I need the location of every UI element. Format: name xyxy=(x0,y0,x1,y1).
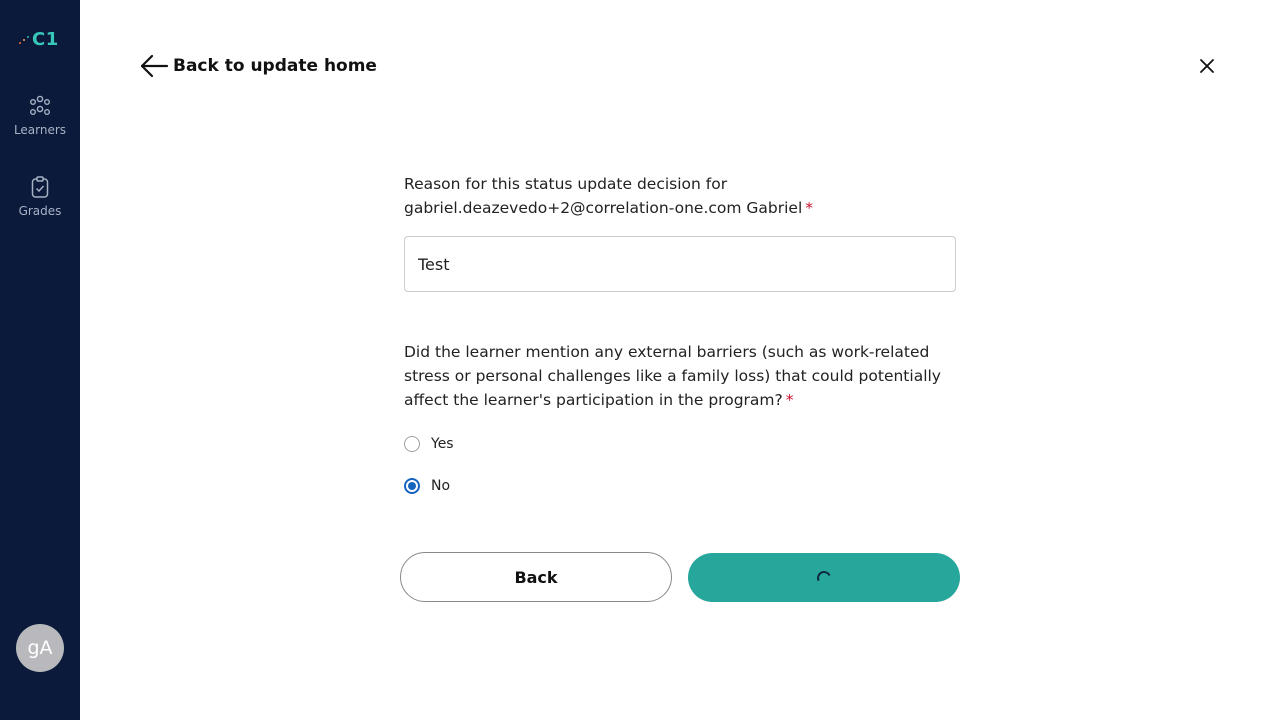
radio-no-button[interactable] xyxy=(404,478,420,494)
back-button[interactable]: Back xyxy=(400,552,672,602)
radio-yes-button[interactable] xyxy=(404,436,420,452)
required-mark: * xyxy=(785,391,794,409)
clipboard-check-icon xyxy=(31,176,49,198)
sidebar-item-label: Grades xyxy=(18,204,62,218)
app-logo[interactable]: C1 xyxy=(18,28,64,50)
back-to-home-link[interactable]: Back to update home xyxy=(139,52,377,80)
sidebar: C1 Learners Grades gA xyxy=(0,0,80,720)
radio-option-yes[interactable]: Yes xyxy=(404,436,454,452)
radio-yes-label: Yes xyxy=(431,436,454,452)
barriers-question-text: Did the learner mention any external bar… xyxy=(404,343,941,409)
loading-spinner-icon xyxy=(815,568,833,587)
reason-label: Reason for this status update decision f… xyxy=(404,172,944,220)
close-button[interactable] xyxy=(1196,55,1218,77)
back-link-label: Back to update home xyxy=(173,56,377,76)
required-mark: * xyxy=(805,199,814,217)
sidebar-item-grades[interactable]: Grades xyxy=(0,175,80,218)
reason-input[interactable] xyxy=(404,236,956,292)
status-update-form: Reason for this status update decision f… xyxy=(400,172,960,602)
barriers-question-label: Did the learner mention any external bar… xyxy=(404,340,944,412)
logo-dots-icon xyxy=(18,32,32,46)
close-icon xyxy=(1200,59,1214,73)
radio-option-no[interactable]: No xyxy=(404,478,450,494)
logo-text: C1 xyxy=(32,28,59,50)
sidebar-item-label: Learners xyxy=(13,123,67,137)
arrow-left-icon xyxy=(140,54,169,78)
submit-button[interactable] xyxy=(688,553,960,602)
radio-no-label: No xyxy=(431,478,451,494)
avatar[interactable]: gA xyxy=(16,624,64,672)
reason-label-line1: Reason for this status update decision f… xyxy=(404,175,728,193)
reason-label-line2: gabriel.deazevedo+2@correlation-one.com … xyxy=(404,199,803,217)
sidebar-item-learners[interactable]: Learners xyxy=(0,94,80,137)
learners-icon xyxy=(30,95,51,115)
